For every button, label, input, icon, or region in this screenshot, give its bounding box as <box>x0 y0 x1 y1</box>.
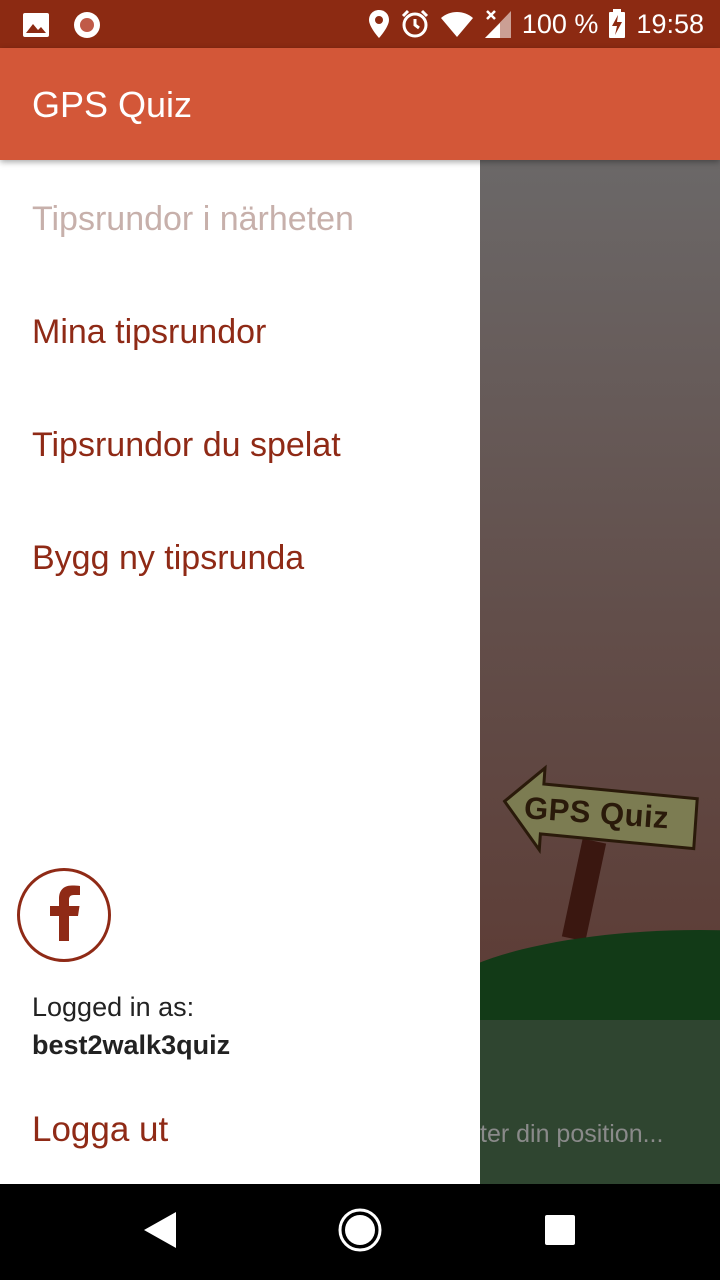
battery-text: 100 % <box>521 8 599 39</box>
drawer-item-played[interactable]: Tipsrundor du spelat <box>32 426 341 465</box>
app-title: GPS Quiz <box>32 84 193 125</box>
record-icon <box>72 10 102 40</box>
back-icon <box>142 1210 178 1255</box>
home-icon <box>337 1207 383 1258</box>
logged-in-username: best2walk3quiz <box>32 1030 231 1060</box>
image-icon <box>22 12 50 38</box>
drawer-item-build-new[interactable]: Bygg ny tipsrunda <box>32 539 304 578</box>
status-time: 19:58 <box>636 8 704 39</box>
signal-icon <box>484 9 512 39</box>
status-bar: 100 % 19:58 <box>0 0 720 48</box>
app-bar: GPS Quiz <box>0 48 720 160</box>
home-button[interactable] <box>336 1208 384 1256</box>
wifi-icon <box>440 10 474 38</box>
logged-in-label: Logged in as: <box>32 992 195 1022</box>
facebook-button[interactable] <box>17 868 111 962</box>
recents-button[interactable] <box>536 1208 584 1256</box>
location-icon <box>368 9 390 39</box>
navigation-drawer: Tipsrundor i närheten Mina tipsrundor Ti… <box>0 160 480 1184</box>
back-button[interactable] <box>136 1208 184 1256</box>
battery-charging-icon <box>608 9 626 39</box>
location-status-text: ter din position... <box>480 1120 664 1148</box>
logout-button[interactable]: Logga ut <box>32 1110 168 1150</box>
recents-icon <box>544 1214 576 1251</box>
drawer-item-nearby[interactable]: Tipsrundor i närheten <box>32 200 354 239</box>
system-nav-bar <box>0 1184 720 1280</box>
facebook-icon <box>47 885 81 946</box>
alarm-icon <box>400 9 430 39</box>
drawer-item-my-quizzes[interactable]: Mina tipsrundor <box>32 313 266 352</box>
